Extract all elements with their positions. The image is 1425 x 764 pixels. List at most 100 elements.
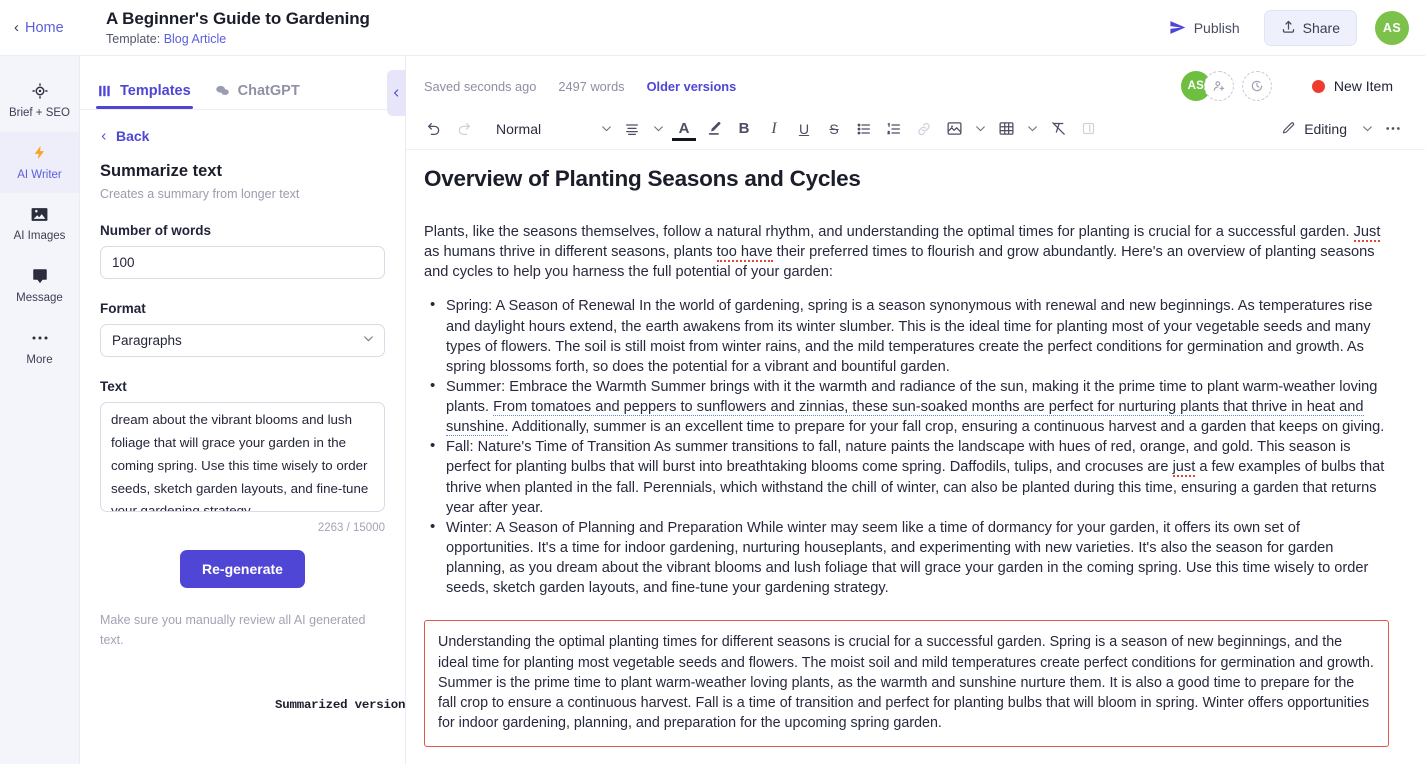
bold-button[interactable]: B	[730, 115, 758, 143]
regenerate-row: Re-generate	[100, 550, 385, 588]
collapse-panel-button[interactable]	[387, 70, 406, 116]
template-line: Template: Blog Article	[106, 32, 370, 46]
underline-icon: U	[798, 120, 810, 137]
status-badge	[1311, 79, 1325, 93]
tab-chatgpt[interactable]: ChatGPT	[215, 56, 300, 109]
source-text-input[interactable]: dream about the vibrant blooms and lush …	[100, 402, 385, 512]
insert-image-button[interactable]	[940, 115, 968, 143]
comments-button[interactable]	[1241, 71, 1272, 101]
add-collaborator-button[interactable]	[1203, 71, 1234, 101]
page-title: A Beginner's Guide to Gardening	[106, 8, 370, 28]
chevron-left-icon	[394, 89, 399, 97]
number-of-words-input[interactable]	[100, 246, 385, 279]
image-icon	[946, 122, 962, 135]
avatar[interactable]: AS	[1375, 10, 1409, 45]
chat-icon	[31, 266, 49, 286]
chevron-down-icon	[1362, 126, 1372, 132]
tab-label: ChatGPT	[237, 82, 300, 99]
spelling-error-mark: Just	[1353, 224, 1381, 242]
rail-item-brief-seo[interactable]: Brief + SEO	[0, 70, 79, 132]
document-bullet-list: Spring: A Season of Renewal In the world…	[424, 295, 1389, 598]
share-button[interactable]: Share	[1263, 9, 1357, 46]
italic-icon: I	[771, 119, 777, 137]
paragraph-style-select[interactable]: Normal	[488, 121, 594, 137]
tab-templates[interactable]: Templates	[96, 56, 193, 109]
format-field-label: Format	[100, 301, 146, 316]
italic-button[interactable]: I	[760, 115, 788, 143]
editing-mode-chevron[interactable]	[1357, 115, 1377, 143]
left-rail: Brief + SEO AI Writer AI Images Message	[0, 56, 80, 764]
ai-disclaimer: Make sure you manually review all AI gen…	[100, 613, 366, 647]
rail-item-ai-writer[interactable]: AI Writer	[0, 131, 79, 194]
image-chevron[interactable]	[970, 115, 990, 143]
insert-block-button[interactable]	[1074, 115, 1102, 143]
template-prefix: Template:	[106, 32, 161, 47]
format-select[interactable]	[100, 324, 385, 357]
align-icon	[626, 123, 638, 135]
paragraph-style-value: Normal	[496, 120, 542, 137]
list-item: Spring: A Season of Renewal In the world…	[424, 295, 1389, 377]
panel-tabs: Templates ChatGPT	[80, 56, 405, 110]
rail-item-message[interactable]: Message	[0, 255, 79, 317]
list-item-text: Winter: A Season of Planning and Prepara…	[446, 519, 1369, 597]
bold-icon: B	[738, 120, 750, 137]
older-versions-link[interactable]: Older versions	[647, 79, 737, 94]
add-person-icon	[1213, 81, 1225, 91]
underline-button[interactable]: U	[790, 115, 818, 143]
upload-icon	[1281, 19, 1296, 37]
new-item-button[interactable]: New Item	[1311, 78, 1393, 94]
chevron-left-icon: ‹	[14, 19, 19, 36]
clear-formatting-button[interactable]	[1044, 115, 1072, 143]
bullet-list-button[interactable]	[850, 115, 878, 143]
document-title-block: A Beginner's Guide to Gardening Template…	[106, 9, 370, 46]
strikethrough-icon: S	[829, 120, 839, 137]
back-button[interactable]: Back	[100, 128, 385, 144]
bullet-list-icon	[857, 123, 870, 134]
ellipsis-icon	[1386, 127, 1400, 130]
insert-table-button[interactable]	[992, 115, 1020, 143]
redo-button[interactable]	[450, 115, 478, 143]
words-field-label: Number of words	[100, 223, 212, 238]
rail-item-ai-images[interactable]: AI Images	[0, 193, 79, 255]
undo-button[interactable]	[420, 115, 448, 143]
editing-mode-label: Editing	[1304, 120, 1347, 137]
ellipsis-icon	[31, 328, 49, 348]
chat-bubbles-icon	[215, 83, 230, 98]
home-label: Home	[25, 19, 64, 36]
block-icon	[1082, 122, 1094, 135]
spelling-error-mark: too have	[716, 244, 773, 263]
grid-icon	[98, 84, 112, 98]
home-back-link[interactable]: ‹ Home	[14, 20, 92, 36]
summarized-version-box[interactable]: Understanding the optimal planting times…	[424, 620, 1389, 747]
more-options-button[interactable]	[1379, 115, 1407, 143]
document-intro-paragraph: Plants, like the seasons themselves, fol…	[424, 222, 1389, 282]
text-color-button[interactable]: A	[670, 115, 698, 143]
tool-panel: Templates ChatGPT Back Summarize text Cr…	[80, 56, 406, 764]
table-chevron[interactable]	[1022, 115, 1042, 143]
document-canvas[interactable]: Overview of Planting Seasons and Cycles …	[406, 150, 1425, 764]
list-item-text: Spring: A Season of Renewal In the world…	[446, 298, 1373, 375]
chevron-down-icon	[975, 126, 985, 132]
editing-mode-button[interactable]: Editing	[1273, 116, 1355, 142]
document-status-bar: Saved seconds ago 2497 words Older versi…	[406, 64, 1425, 108]
template-link[interactable]: Blog Article	[164, 32, 227, 46]
format-select-wrap	[100, 324, 385, 357]
strikethrough-button[interactable]: S	[820, 115, 848, 143]
summarized-version-label: Summarized version	[275, 698, 406, 712]
align-chevron[interactable]	[648, 115, 668, 143]
list-item-text: Additionally, summer is an excellent tim…	[508, 419, 1385, 436]
editor-toolbar: Normal A B I U S Editing	[406, 108, 1425, 150]
numbered-list-button[interactable]	[880, 115, 908, 143]
text-field-label: Text	[100, 379, 127, 394]
pencil-icon	[1283, 122, 1295, 134]
link-button[interactable]	[910, 115, 938, 143]
rail-item-more[interactable]: More	[0, 317, 79, 379]
text-area-wrap: dream about the vibrant blooms and lush …	[100, 402, 385, 517]
redo-icon	[458, 122, 470, 135]
align-button[interactable]	[618, 115, 646, 143]
paragraph-style-chevron[interactable]	[596, 115, 616, 143]
chevron-left-icon	[101, 132, 106, 140]
highlight-button[interactable]	[700, 115, 728, 143]
publish-button[interactable]: Publish	[1159, 12, 1250, 43]
re-generate-button[interactable]: Re-generate	[180, 550, 305, 588]
